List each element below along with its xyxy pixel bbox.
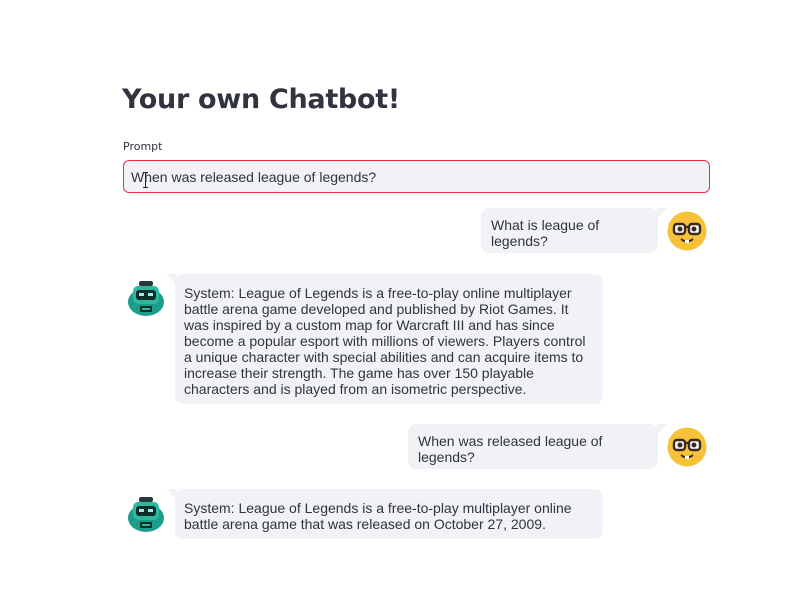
robot-icon (128, 497, 164, 532)
message-text: When was released league of legends? (418, 433, 603, 465)
bot-message: System: League of Legends is a free-to-p… (166, 489, 603, 539)
user-message: When was released league of legends? (408, 424, 667, 469)
chat-app: Your own Chatbot! Prompt What is league … (0, 0, 810, 612)
message-text: What is league of legends? (491, 217, 600, 249)
nerd-face-icon (667, 211, 707, 251)
message-text: System: League of Legends is a free-to-p… (184, 285, 586, 397)
prompt-label: Prompt (123, 140, 163, 153)
nerd-face-icon (667, 427, 707, 467)
bot-message: System: League of Legends is a free-to-p… (166, 274, 603, 404)
user-message: What is league of legends? (481, 208, 667, 253)
message-text: System: League of Legends is a free-to-p… (184, 500, 572, 532)
text-cursor-icon (143, 172, 149, 188)
prompt-input[interactable] (123, 160, 710, 193)
page-title: Your own Chatbot! (122, 84, 400, 115)
robot-icon (128, 281, 164, 316)
